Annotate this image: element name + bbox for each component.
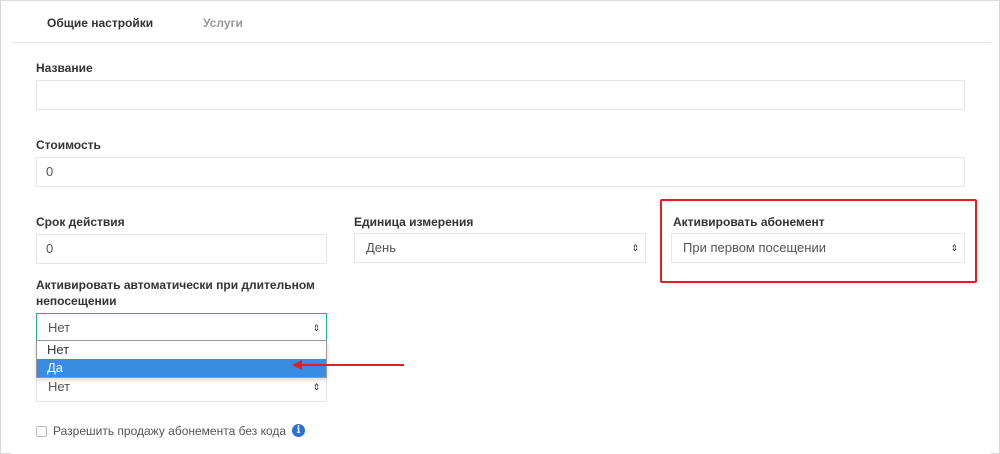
cost-input[interactable]: 0 bbox=[36, 157, 965, 187]
unit-label: Единица измерения bbox=[354, 215, 474, 229]
auto-activate-label-line2: непосещении bbox=[36, 294, 117, 308]
tab-general-settings[interactable]: Общие настройки bbox=[47, 16, 153, 30]
secondary-select-value: Нет bbox=[48, 379, 71, 394]
duration-label: Срок действия bbox=[36, 215, 125, 229]
allow-sale-checkbox[interactable] bbox=[36, 426, 47, 437]
dropdown-option-yes[interactable]: Да bbox=[37, 359, 326, 377]
annotation-highlight-box bbox=[660, 199, 977, 283]
dropdown-option-no[interactable]: Нет bbox=[37, 341, 326, 359]
name-input[interactable] bbox=[36, 80, 965, 110]
sort-arrows-icon: ⇕ bbox=[312, 323, 320, 333]
tab-services[interactable]: Услуги bbox=[203, 16, 243, 30]
annotation-arrow-head-icon bbox=[292, 360, 302, 370]
info-icon[interactable]: i bbox=[292, 424, 305, 437]
duration-input[interactable]: 0 bbox=[36, 234, 327, 264]
unit-select-value: День bbox=[366, 240, 396, 255]
allow-sale-label: Разрешить продажу абонемента без кода bbox=[53, 424, 287, 438]
cost-label: Стоимость bbox=[36, 138, 101, 152]
name-label: Название bbox=[36, 61, 93, 75]
annotation-arrow-line bbox=[300, 364, 404, 366]
unit-select[interactable]: День ⇕ bbox=[354, 233, 646, 263]
auto-activate-select-value: Нет bbox=[48, 320, 71, 335]
auto-activate-select[interactable]: Нет ⇕ bbox=[36, 313, 327, 343]
auto-activate-label-line1: Активировать автоматически при длительно… bbox=[36, 278, 315, 292]
tab-bar: Общие настройки Услуги bbox=[11, 1, 991, 43]
sort-arrows-icon: ⇕ bbox=[631, 243, 639, 253]
auto-activate-dropdown: Нет Да bbox=[36, 340, 327, 378]
